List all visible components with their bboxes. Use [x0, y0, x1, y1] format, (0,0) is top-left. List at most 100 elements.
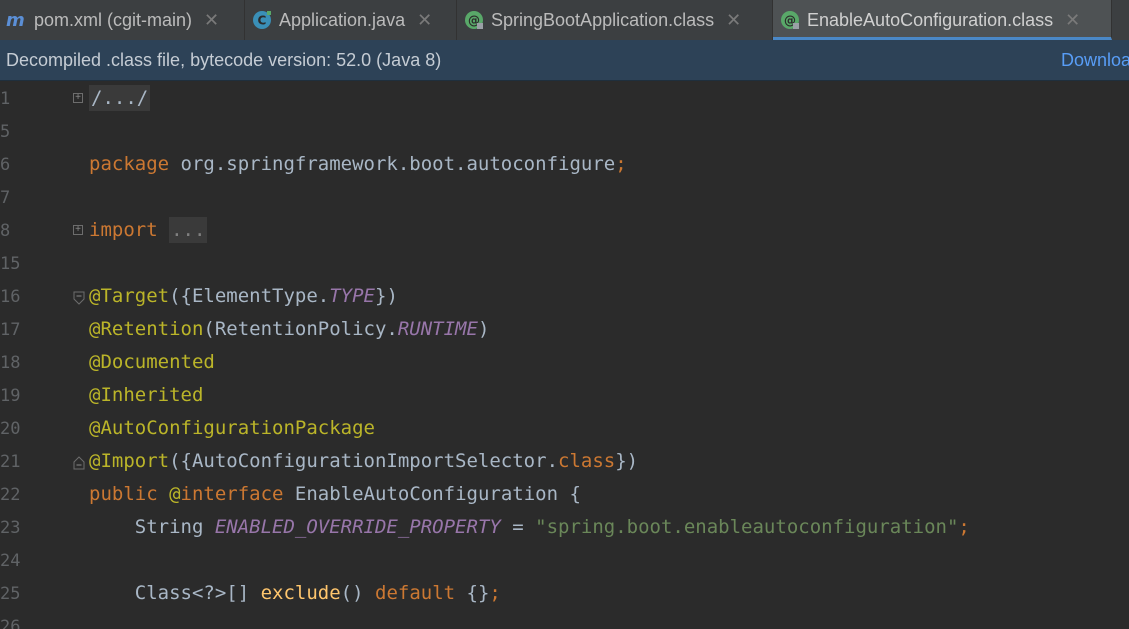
code-line: 1 + /.../	[0, 83, 1129, 116]
code-text: @Inherited	[89, 384, 203, 406]
semicolon: ;	[958, 516, 970, 538]
static-field: ENABLED_OVERRIDE_PROPERTY	[214, 516, 501, 538]
collapse-fold-icon[interactable]	[73, 291, 85, 305]
close-icon[interactable]: ✕	[1065, 10, 1080, 31]
line-number: 17	[0, 320, 21, 340]
code-token: (RetentionPolicy.	[203, 318, 398, 340]
folded-header[interactable]: /.../	[89, 85, 151, 111]
line-number: 8	[0, 221, 11, 241]
code-text: import ...	[89, 217, 208, 243]
code-line: 8 + import ...	[0, 215, 1129, 248]
static-field: RUNTIME	[397, 318, 478, 340]
maven-icon: m	[6, 9, 28, 31]
svg-text:C: C	[258, 14, 267, 28]
keyword: import	[89, 219, 158, 241]
folded-imports[interactable]: ...	[169, 217, 208, 243]
code-token: ({ElementType.	[169, 285, 330, 307]
code-text: Class<?>[] exclude() default {};	[89, 582, 501, 604]
line-number: 22	[0, 485, 21, 505]
code-line: 15	[0, 248, 1129, 281]
close-icon[interactable]: ✕	[417, 10, 432, 31]
line-number: 7	[0, 188, 11, 208]
line-number: 18	[0, 353, 21, 373]
code-text: @Import({AutoConfigurationImportSelector…	[89, 450, 638, 472]
code-line: 22 public @interface EnableAutoConfigura…	[0, 479, 1129, 512]
tab-enableautoconfiguration-class[interactable]: @ EnableAutoConfiguration.class ✕	[773, 0, 1112, 40]
close-icon[interactable]: ✕	[726, 10, 741, 31]
tab-pom-xml[interactable]: m pom.xml (cgit-main) ✕	[0, 0, 245, 40]
line-number: 23	[0, 518, 21, 538]
annotation: @Import	[89, 450, 170, 472]
type-name: Class<?>[]	[89, 582, 261, 604]
keyword: interface	[180, 483, 284, 505]
svg-text:m: m	[6, 10, 25, 30]
code-line: 6 package org.springframework.boot.autoc…	[0, 149, 1129, 182]
collapse-fold-icon[interactable]	[73, 456, 85, 470]
code-text: package org.springframework.boot.autocon…	[89, 153, 627, 175]
close-icon[interactable]: ✕	[204, 10, 219, 31]
code-token: {}	[455, 582, 490, 604]
line-number: 20	[0, 419, 21, 439]
download-sources-link[interactable]: Download	[1061, 50, 1129, 71]
code-editor[interactable]: 1 + /.../ 5 6 package org.springframewor…	[0, 81, 1129, 629]
line-number: 1	[0, 89, 11, 109]
line-number: 25	[0, 584, 21, 604]
line-number: 21	[0, 452, 21, 472]
annotation: @Retention	[89, 318, 204, 340]
code-line: 18 @Documented	[0, 347, 1129, 380]
code-text: public @interface EnableAutoConfiguratio…	[89, 483, 581, 505]
keyword: package	[89, 153, 170, 175]
code-line: 25 Class<?>[] exclude() default {};	[0, 578, 1129, 611]
code-text: /.../	[89, 85, 151, 111]
annotation: @AutoConfigurationPackage	[89, 417, 375, 439]
keyword: class	[558, 450, 616, 472]
line-number: 26	[0, 617, 21, 629]
annotation: @Target	[89, 285, 170, 307]
method-name: exclude	[260, 582, 341, 604]
annotation-class-icon: @	[779, 9, 801, 31]
code-token: })	[615, 450, 639, 472]
notice-text: Decompiled .class file, bytecode version…	[6, 49, 442, 70]
code-token: })	[375, 285, 398, 307]
code-line: 24	[0, 545, 1129, 578]
line-number: 5	[0, 122, 11, 142]
semicolon: ;	[489, 582, 501, 604]
annotation-class-icon: @	[463, 9, 485, 31]
code-token: )	[477, 318, 490, 340]
editor-tab-bar: m pom.xml (cgit-main) ✕ C Application.ja…	[0, 0, 1129, 40]
code-line: 7	[0, 182, 1129, 215]
line-number: 6	[0, 155, 11, 175]
tab-application-java[interactable]: C Application.java ✕	[245, 0, 457, 40]
java-class-icon: C	[251, 9, 273, 31]
code-line: 21 @Import({AutoConfigurationImportSelec…	[0, 446, 1129, 479]
code-line: 20 @AutoConfigurationPackage	[0, 413, 1129, 446]
static-field: TYPE	[329, 285, 375, 307]
semicolon: ;	[615, 153, 627, 175]
expand-fold-icon[interactable]: +	[73, 93, 83, 103]
code-token: ({AutoConfigurationImportSelector.	[169, 450, 559, 472]
code-text: @AutoConfigurationPackage	[89, 417, 375, 439]
package-name: org.springframework.boot.autoconfigure	[169, 153, 616, 175]
code-line: 19 @Inherited	[0, 380, 1129, 413]
code-line: 17 @Retention(RetentionPolicy.RUNTIME)	[0, 314, 1129, 347]
keyword: public	[89, 483, 158, 505]
tab-label: SpringBootApplication.class	[491, 9, 715, 30]
code-text: @Retention(RetentionPolicy.RUNTIME)	[89, 318, 489, 340]
line-number: 16	[0, 287, 21, 307]
line-number: 15	[0, 254, 21, 274]
expand-fold-icon[interactable]: +	[73, 225, 83, 235]
line-number: 19	[0, 386, 21, 406]
annotation: @	[157, 483, 181, 505]
annotation: @Documented	[89, 351, 215, 373]
code-text: @Target({ElementType.TYPE})	[89, 285, 398, 307]
interface-name: EnableAutoConfiguration {	[283, 483, 581, 505]
code-line: 26	[0, 611, 1129, 629]
code-token: =	[500, 516, 536, 538]
type-name: String	[89, 516, 215, 538]
tab-springbootapplication-class[interactable]: @ SpringBootApplication.class ✕	[457, 0, 773, 40]
line-number: 24	[0, 551, 21, 571]
code-line: 16 @Target({ElementType.TYPE})	[0, 281, 1129, 314]
annotation: @Inherited	[89, 384, 204, 406]
code-line: 5	[0, 116, 1129, 149]
tab-label: EnableAutoConfiguration.class	[807, 9, 1054, 30]
